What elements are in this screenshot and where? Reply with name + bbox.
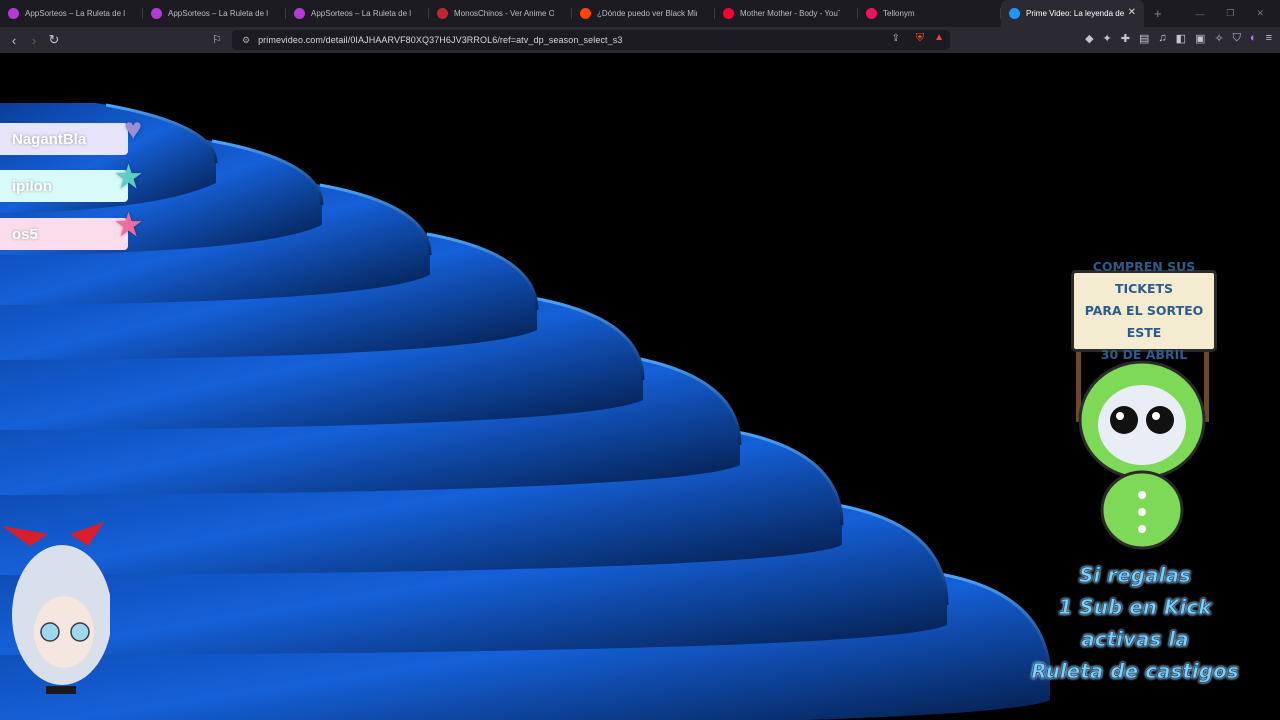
minimize-icon[interactable]: — xyxy=(1195,9,1204,19)
raffle-sign: COMPREN SUS TICKETS PARA EL SORTEO ESTE … xyxy=(1071,259,1217,362)
window-controls: — ❐ ✕ xyxy=(1195,0,1280,27)
leo-icon[interactable]: ✧ xyxy=(1214,32,1223,45)
heart-icon: ♥ xyxy=(124,113,142,146)
tab-5[interactable]: Mother Mother - Body - YouTube xyxy=(715,0,858,27)
star-icon: ★ xyxy=(115,161,142,194)
leaderboard-name: NagantBla xyxy=(12,130,87,148)
puzzle-icon[interactable]: ✚ xyxy=(1121,32,1130,45)
navigation-bar: ‹ › ↻ ⚐ ⚙ primevideo.com/detail/0IAJHAAR… xyxy=(0,27,1280,53)
tab-7[interactable]: Prime Video: La leyenda de ✕ xyxy=(1001,0,1144,27)
promo-line-4: Ruleta de castigos xyxy=(1031,659,1239,684)
share-icon[interactable]: ⇪ xyxy=(892,33,900,44)
new-tab-icon[interactable]: + xyxy=(1154,6,1162,21)
address-bar[interactable]: ⚙ primevideo.com/detail/0IAJHAARVF80XQ37… xyxy=(232,30,950,50)
tab-title: Mother Mother - Body - YouTube xyxy=(740,9,840,18)
brave-rewards-icon[interactable]: ▲ xyxy=(934,32,944,43)
menu-icon[interactable]: ≡ xyxy=(1266,32,1272,45)
close-tab-icon[interactable]: ✕ xyxy=(1128,7,1136,18)
media-icon[interactable]: ♫ xyxy=(1158,32,1166,45)
sidebar-icon[interactable]: ◧ xyxy=(1176,32,1186,45)
leaderboard-entry: NagantBla ♥ xyxy=(0,113,142,155)
bookmark-icon[interactable]: ⚐ xyxy=(212,33,222,46)
video-area[interactable]: NagantBla ♥ ipilon ★ os5 ★ COMPREN SUS TICKET… xyxy=(0,53,1280,720)
brave-shield-icon[interactable]: ⛨ xyxy=(916,32,924,45)
vpn-icon[interactable]: ⛉ xyxy=(1233,32,1241,45)
reload-icon[interactable]: ↻ xyxy=(44,32,64,48)
leaderboard-entry: ipilon ★ xyxy=(0,161,142,202)
promo-line-3: activas la xyxy=(1081,627,1190,652)
reader-icon[interactable]: ▤ xyxy=(1139,32,1149,45)
sign-line-1: COMPREN SUS TICKETS xyxy=(1092,259,1196,296)
leaderboard-name: ipilon xyxy=(12,177,52,195)
back-arrow-icon[interactable]: ‹ xyxy=(4,33,24,48)
promo-line-2: 1 Sub en Kick xyxy=(1058,595,1212,620)
wallet2-icon[interactable]: ▣ xyxy=(1195,32,1205,45)
tab-favicon-icon xyxy=(1009,8,1020,19)
tab-favicon-icon xyxy=(151,8,162,19)
tab-6[interactable]: Tellonym xyxy=(858,0,1001,27)
sign-line-2: PARA EL SORTEO ESTE xyxy=(1084,303,1204,340)
tab-1[interactable]: AppSorteos – La Ruleta de la Suerte xyxy=(143,0,286,27)
toolbar-icons: ◆ ✦ ✚ ▤ ♫ ◧ ▣ ✧ ⛉ ◐ ≡ xyxy=(1085,32,1272,45)
tab-strip: AppSorteos – La Ruleta de la Suerte AppSo… xyxy=(0,0,1280,27)
tab-title: MonosChinos - Ver Anime Online xyxy=(454,9,554,18)
tab-title: Tellonym xyxy=(883,9,915,18)
tab-2[interactable]: AppSorteos – La Ruleta de la Suerte xyxy=(286,0,429,27)
profile-icon[interactable]: ◐ xyxy=(1250,32,1257,45)
tab-favicon-icon xyxy=(437,8,448,19)
tab-title: AppSorteos – La Ruleta de la Suerte xyxy=(25,9,125,18)
tab-title: AppSorteos – La Ruleta de la Suerte xyxy=(311,9,411,18)
tab-3[interactable]: MonosChinos - Ver Anime Online xyxy=(429,0,572,27)
extension-icon[interactable]: ✦ xyxy=(1103,32,1112,45)
vtuber-avatar xyxy=(2,522,110,694)
wallet-icon[interactable]: ◆ xyxy=(1085,32,1093,45)
tab-title: Prime Video: La leyenda de xyxy=(1026,9,1125,18)
tab-4[interactable]: ¿Dónde puedo ver Black Mirror xyxy=(572,0,715,27)
promo-line-1: Si regalas xyxy=(1079,563,1192,588)
tab-favicon-icon xyxy=(866,8,877,19)
tab-title: ¿Dónde puedo ver Black Mirror xyxy=(597,9,697,18)
leaderboard-name: os5 xyxy=(12,225,38,243)
star-icon: ★ xyxy=(115,209,142,242)
forward-arrow-icon[interactable]: › xyxy=(24,33,44,48)
frog-mascot-image xyxy=(1076,352,1209,550)
restore-icon[interactable]: ❐ xyxy=(1226,8,1234,19)
tab-favicon-icon xyxy=(8,8,19,19)
tab-title: AppSorteos – La Ruleta de la Suerte xyxy=(168,9,268,18)
site-settings-icon[interactable]: ⚙ xyxy=(242,35,250,46)
punishment-roulette-promo: Si regalas 1 Sub en Kick activas la Rule… xyxy=(1030,559,1240,687)
tab-list: AppSorteos – La Ruleta de la Suerte AppSo… xyxy=(0,0,1144,27)
url-text[interactable]: primevideo.com/detail/0IAJHAARVF80XQ37H6… xyxy=(258,35,622,45)
leaderboard-entry: os5 ★ xyxy=(0,209,142,250)
tab-0[interactable]: AppSorteos – La Ruleta de la Suerte xyxy=(0,0,143,27)
tab-favicon-icon xyxy=(294,8,305,19)
tab-favicon-icon xyxy=(580,8,591,19)
close-window-icon[interactable]: ✕ xyxy=(1256,8,1264,19)
tab-favicon-icon xyxy=(723,8,734,19)
